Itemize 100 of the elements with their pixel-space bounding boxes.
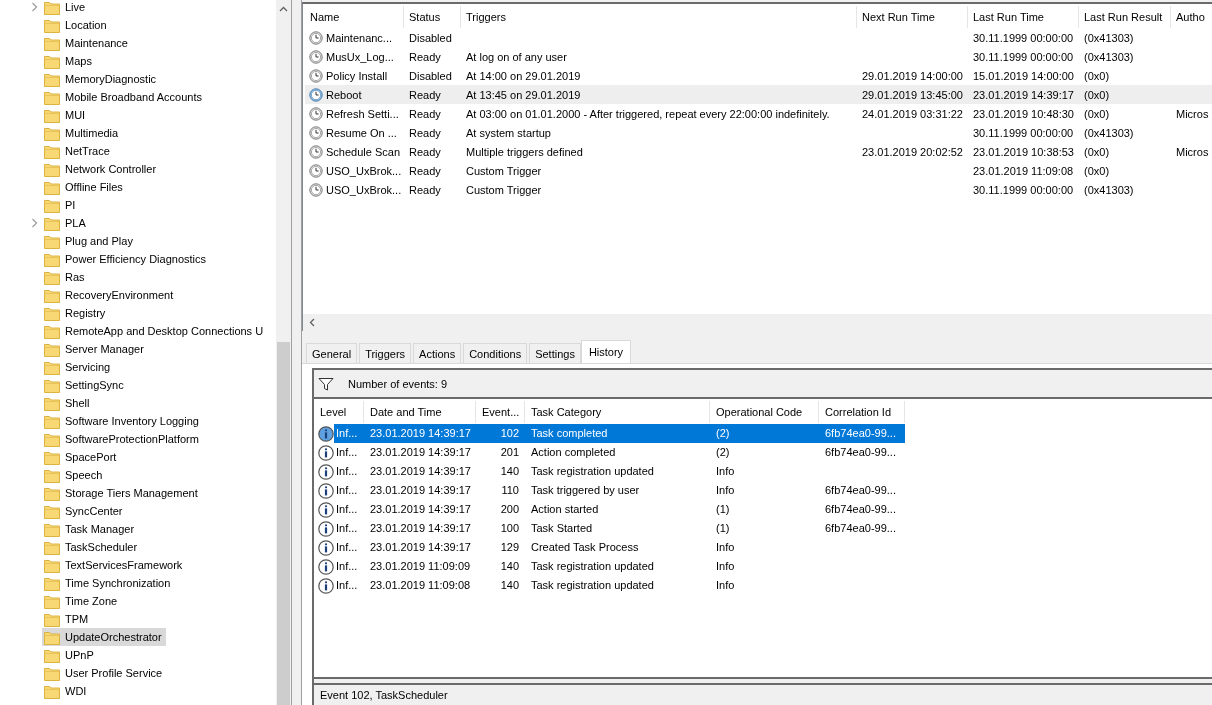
tree-item[interactable]: Mobile Broadband Accounts <box>42 88 206 106</box>
table-row[interactable]: Inf... 23.01.2019 14:39:17 140 Task registration updated Info <box>314 462 905 481</box>
tree-item[interactable]: TextServicesFramework <box>42 556 187 574</box>
table-row[interactable]: Inf... 23.01.2019 14:39:17 110 Task triggered by user Info 6fb74ea0-99... <box>314 481 905 500</box>
table-row[interactable]: Inf... 23.01.2019 14:39:17 100 Task Started (1) 6fb74ea0-99... <box>314 519 905 538</box>
tree-item[interactable]: TaskScheduler <box>42 538 142 556</box>
table-row[interactable]: USO_UxBrok... Ready Custom Trigger 30.11.1999 00:00:00 (0x41303) <box>305 180 1212 199</box>
table-cell: 140 <box>500 579 519 591</box>
table-row[interactable]: Inf... 23.01.2019 14:39:17 129 Created Task Process Info <box>314 538 905 557</box>
table-row[interactable]: Inf... 23.01.2019 11:09:08 140 Task registration updated Info <box>314 576 905 595</box>
tab[interactable]: Triggers <box>359 343 412 363</box>
table-row[interactable]: Schedule Scan Ready Multiple triggers defined 23.01.2019 20:02:52 23.01.2019 10:38:53 (0x0) Micros <box>305 142 1212 161</box>
tree-item[interactable]: Speech <box>42 466 107 484</box>
table-cell: 201 <box>500 446 519 458</box>
table-row[interactable]: Reboot Ready At 13:45 on 29.01.2019 29.01.2019 13:45:00 23.01.2019 14:39:17 (0x0) <box>305 85 1212 104</box>
column-header[interactable]: Next Run Time <box>857 6 968 28</box>
column-header[interactable]: Operational Code <box>710 401 819 423</box>
tree-item[interactable]: Plug and Play <box>42 232 137 250</box>
folder-icon <box>44 629 60 645</box>
tree-item[interactable]: Network Controller <box>42 160 161 178</box>
tree-item[interactable]: UpdateOrchestrator <box>42 628 166 646</box>
table-row[interactable]: Policy Install Disabled At 14:00 on 29.01.2019 29.01.2019 14:00:00 15.01.2019 14:00:00 (0x0) <box>305 66 1212 85</box>
tree-item[interactable]: SoftwareProtectionPlatform <box>42 430 203 448</box>
table-cell: 30.11.1999 00:00:00 <box>973 126 1074 139</box>
splitter[interactable] <box>291 0 302 705</box>
tree-item[interactable]: RemoteApp and Desktop Connections U <box>42 322 268 340</box>
table-cell: 23.01.2019 14:39:17 <box>370 465 471 477</box>
tree-item[interactable]: Ras <box>42 268 89 286</box>
tree-item[interactable]: Maps <box>42 52 96 70</box>
tree-item[interactable]: Server Manager <box>42 340 148 358</box>
tree-item[interactable]: RecoveryEnvironment <box>42 286 178 304</box>
tree-item[interactable]: Offline Files <box>42 178 127 196</box>
column-header[interactable]: Autho <box>1171 6 1212 28</box>
tree-item[interactable]: Registry <box>42 304 110 322</box>
table-row[interactable]: MusUx_Log... Ready At log on of any user 30.11.1999 00:00:00 (0x41303) <box>305 47 1212 66</box>
folder-icon <box>44 575 60 591</box>
column-header[interactable]: Event... <box>476 401 525 423</box>
tree-item[interactable]: Multimedia <box>42 124 123 142</box>
tree-item[interactable]: SpacePort <box>42 448 121 466</box>
info-icon <box>318 501 334 518</box>
folder-icon <box>44 341 60 357</box>
column-header[interactable]: Date and Time <box>364 401 476 423</box>
tab[interactable]: History <box>580 340 632 363</box>
tree-item[interactable]: SyncCenter <box>42 502 127 520</box>
tree-item[interactable]: Time Zone <box>42 592 122 610</box>
tree-item[interactable]: Time Synchronization <box>42 574 175 592</box>
tab[interactable]: Actions <box>413 343 462 363</box>
tree-item[interactable]: Servicing <box>42 358 115 376</box>
info-icon <box>318 482 334 499</box>
tree-item[interactable]: User Profile Service <box>42 664 167 682</box>
table-row[interactable]: Maintenanc... Disabled 30.11.1999 00:00:00 (0x41303) <box>305 28 1212 47</box>
column-header[interactable]: Correlation Id <box>819 401 905 423</box>
horizontal-scrollbar[interactable] <box>303 314 1212 331</box>
chevron-icon[interactable] <box>31 2 38 12</box>
folder-icon <box>44 215 60 231</box>
tree-item[interactable]: Task Manager <box>42 520 139 538</box>
tree-item[interactable]: Shell <box>42 394 94 412</box>
tab[interactable]: General <box>306 343 358 363</box>
tree-item[interactable]: Power Efficiency Diagnostics <box>42 250 211 268</box>
tree-item[interactable]: UPnP <box>42 646 98 664</box>
scrollbar[interactable] <box>276 0 291 705</box>
tree-item[interactable]: Maintenance <box>42 34 132 52</box>
folder-icon <box>44 35 60 51</box>
table-cell-text: Inf... <box>335 521 358 536</box>
table-row[interactable]: USO_UxBrok... Ready Custom Trigger 23.01.2019 11:09:08 (0x0) <box>305 161 1212 180</box>
tree-item[interactable]: Storage Tiers Management <box>42 484 202 502</box>
table-cell: 23.01.2019 14:39:17 <box>973 88 1074 101</box>
tree-item[interactable]: MemoryDiagnostic <box>42 70 161 88</box>
tree-item[interactable]: Live <box>42 0 90 16</box>
table-row[interactable]: Refresh Setti... Ready At 03:00 on 01.01.2000 - After triggered, repeat every 22:00:00 indefinitely. 24.01.2019 03:31:22 23.01.2019 10:48:30 (0x0) Micros <box>305 104 1212 123</box>
folder-icon <box>44 17 60 33</box>
column-header[interactable]: Task Category <box>525 401 710 423</box>
table-cell: Ready <box>409 107 441 120</box>
table-row[interactable]: Resume On ... Ready At system startup 30.11.1999 00:00:00 (0x41303) <box>305 123 1212 142</box>
tree-item[interactable]: Location <box>42 16 111 34</box>
table-row[interactable]: Inf... 23.01.2019 11:09:09 140 Task registration updated Info <box>314 557 905 576</box>
tree-item[interactable]: WDI <box>42 682 91 700</box>
table-cell: 23.01.2019 11:09:08 <box>973 164 1074 177</box>
table-cell: Disabled <box>409 31 452 44</box>
table-row[interactable]: Inf... 23.01.2019 14:39:17 102 Task completed (2) 6fb74ea0-99... <box>314 424 905 443</box>
folder-icon <box>44 161 60 177</box>
column-header[interactable]: Level <box>314 401 364 423</box>
table-row[interactable]: Inf... 23.01.2019 14:39:17 200 Action started (1) 6fb74ea0-99... <box>314 500 905 519</box>
column-header[interactable]: Status <box>404 6 461 28</box>
tree-item[interactable]: MUI <box>42 106 90 124</box>
tree-item[interactable]: TPM <box>42 610 93 628</box>
tree-item[interactable]: PLA <box>42 214 90 232</box>
table-row[interactable]: Inf... 23.01.2019 14:39:17 201 Action completed (2) 6fb74ea0-99... <box>314 443 905 462</box>
column-header[interactable]: Last Run Time <box>968 6 1079 28</box>
column-header[interactable]: Last Run Result <box>1079 6 1171 28</box>
tree-item[interactable]: NetTrace <box>42 142 114 160</box>
chevron-icon[interactable] <box>31 218 38 228</box>
tree-item[interactable]: Software Inventory Logging <box>42 412 203 430</box>
tab[interactable]: Settings <box>529 343 581 363</box>
table-cell: At system startup <box>466 126 551 139</box>
tree-item[interactable]: PI <box>42 196 80 214</box>
column-header[interactable]: Triggers <box>461 6 857 28</box>
tree-item[interactable]: SettingSync <box>42 376 128 394</box>
column-header[interactable]: Name <box>305 6 404 28</box>
tab[interactable]: Conditions <box>463 343 528 363</box>
